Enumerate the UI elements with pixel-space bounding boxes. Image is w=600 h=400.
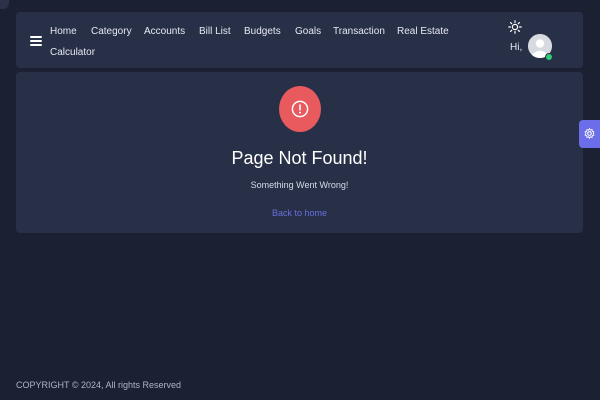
back-to-home-link[interactable]: Back to home: [16, 208, 583, 218]
nav-real-estate[interactable]: Real Estate: [397, 26, 449, 37]
nav-goals[interactable]: Goals: [295, 26, 321, 37]
nav-category[interactable]: Category: [91, 26, 132, 37]
page-title: Page Not Found!: [231, 148, 368, 168]
online-status-dot: [545, 53, 553, 61]
greeting-text: Hi,: [510, 42, 523, 53]
error-card: Page Not Found! Something Went Wrong! Ba…: [16, 72, 583, 233]
nav-budgets[interactable]: Budgets: [244, 26, 281, 37]
nav-accounts[interactable]: Accounts: [144, 26, 185, 37]
sun-icon[interactable]: [508, 20, 522, 34]
exclamation-circle-icon: [279, 86, 321, 132]
nav-calculator[interactable]: Calculator: [50, 47, 95, 58]
gear-icon: [584, 128, 595, 139]
nav-bill-list[interactable]: Bill List: [199, 26, 231, 37]
top-navbar: Home Category Accounts Bill List Budgets…: [16, 12, 583, 68]
corner-decoration: [0, 0, 9, 9]
nav-transaction[interactable]: Transaction: [333, 26, 385, 37]
settings-button[interactable]: [579, 120, 600, 148]
nav-home[interactable]: Home: [50, 26, 77, 37]
footer-copyright: COPYRIGHT © 2024, All rights Reserved: [16, 380, 182, 390]
hamburger-icon[interactable]: [30, 36, 42, 46]
error-message: Something Went Wrong!: [250, 180, 349, 190]
